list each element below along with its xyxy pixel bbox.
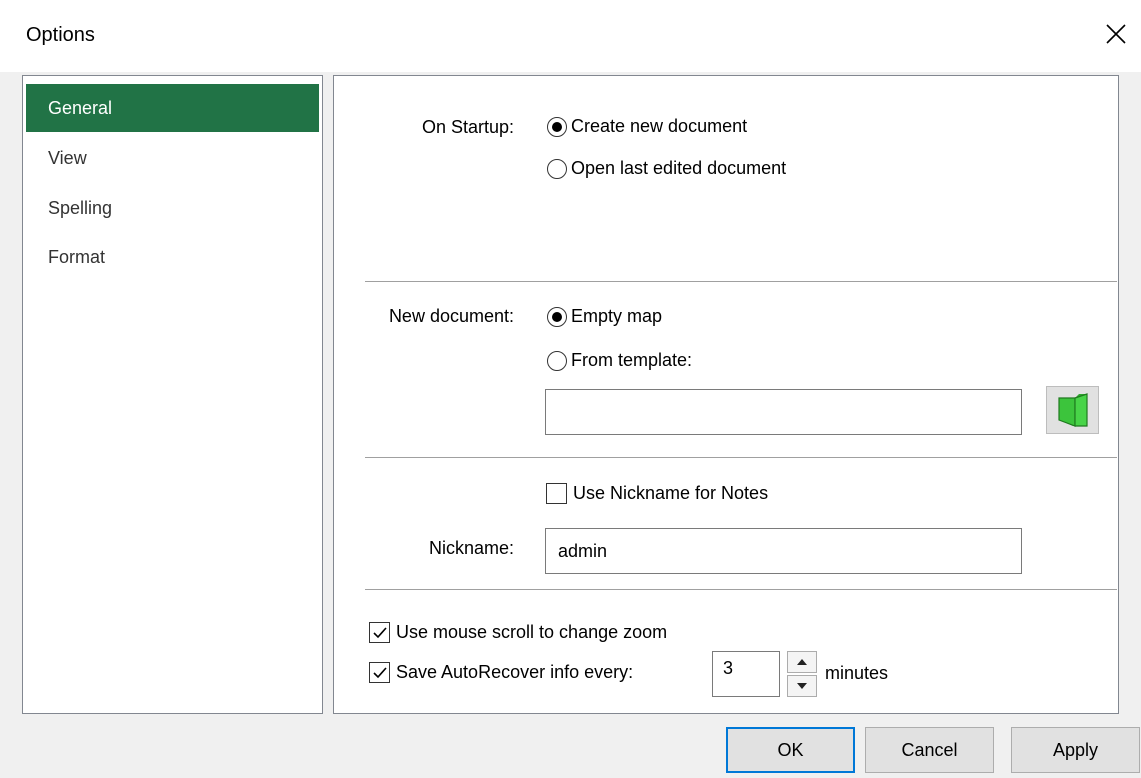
- template-path-input[interactable]: [545, 389, 1022, 435]
- checkbox[interactable]: [369, 622, 390, 643]
- cancel-button[interactable]: Cancel: [865, 727, 994, 773]
- radio-button[interactable]: [547, 350, 567, 371]
- autorecover-checkbox[interactable]: Save AutoRecover info every:: [369, 662, 633, 683]
- radio-empty-map[interactable]: Empty map: [547, 306, 662, 327]
- checkbox-label: Use Nickname for Notes: [573, 483, 769, 503]
- radio-label: Empty map: [571, 306, 663, 326]
- nickname-label: Nickname:: [428, 538, 514, 558]
- radio-open-last-document[interactable]: Open last edited document: [547, 158, 786, 179]
- separator: [365, 589, 1117, 590]
- radio-label: Create new document: [571, 116, 748, 136]
- autorecover-spinner: [787, 651, 817, 697]
- arrow-down-icon: [797, 683, 807, 689]
- new-document-label: New document:: [388, 306, 514, 326]
- separator: [365, 457, 1117, 458]
- checkmark-icon: [372, 666, 387, 678]
- spin-down-button[interactable]: [787, 675, 817, 697]
- checkbox[interactable]: [546, 483, 567, 504]
- separator: [365, 281, 1117, 282]
- checkbox-label: Save AutoRecover info every:: [396, 662, 634, 682]
- spin-up-button[interactable]: [787, 651, 817, 673]
- sidebar-item-general[interactable]: General: [26, 84, 319, 132]
- startup-label: On Startup:: [421, 117, 514, 137]
- radio-create-new-document[interactable]: Create new document: [547, 116, 747, 137]
- sidebar-item-spelling[interactable]: Spelling: [26, 184, 319, 232]
- category-list: General View Spelling Format: [22, 75, 323, 714]
- folder-icon: [1057, 393, 1088, 427]
- radio-label: Open last edited document: [571, 158, 787, 178]
- checkmark-icon: [372, 626, 387, 638]
- apply-button[interactable]: Apply: [1011, 727, 1140, 773]
- checkbox-label: Use mouse scroll to change zoom: [396, 622, 668, 642]
- radio-button[interactable]: [547, 158, 567, 179]
- dialog-title: Options: [26, 24, 95, 46]
- ok-button[interactable]: OK: [726, 727, 855, 773]
- close-icon: [1106, 24, 1126, 44]
- radio-from-template[interactable]: From template:: [547, 350, 692, 371]
- sidebar-item-format[interactable]: Format: [26, 233, 319, 281]
- radio-button[interactable]: [547, 306, 567, 327]
- mouse-scroll-zoom-checkbox[interactable]: Use mouse scroll to change zoom: [369, 622, 667, 643]
- browse-template-button[interactable]: [1046, 386, 1099, 434]
- title-bar: Options: [0, 0, 1141, 72]
- sidebar-item-view[interactable]: View: [26, 134, 319, 182]
- use-nickname-checkbox[interactable]: Use Nickname for Notes: [546, 483, 768, 504]
- radio-button[interactable]: [547, 116, 567, 137]
- radio-label: From template:: [571, 350, 693, 370]
- checkbox[interactable]: [369, 662, 390, 683]
- autorecover-minutes-input[interactable]: 3: [712, 651, 780, 697]
- minutes-label: minutes: [825, 663, 889, 683]
- close-button[interactable]: [1096, 14, 1136, 54]
- arrow-up-icon: [797, 659, 807, 665]
- nickname-input[interactable]: admin: [545, 528, 1022, 574]
